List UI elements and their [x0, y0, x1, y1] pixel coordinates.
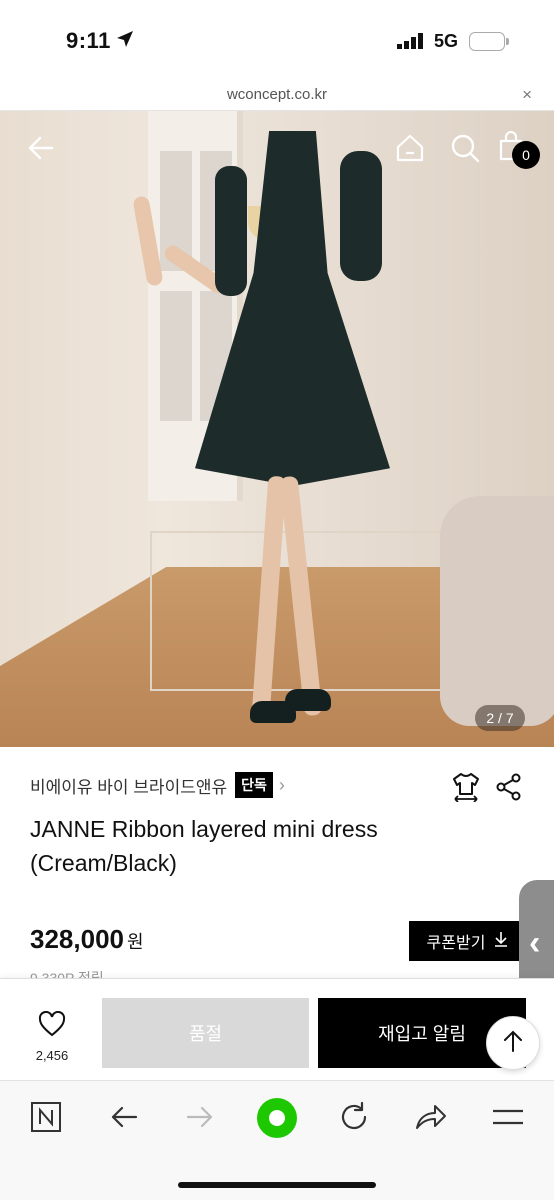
chevron-left-icon: ‹ — [529, 924, 541, 962]
url-text[interactable]: wconcept.co.kr — [0, 86, 554, 103]
armchair — [440, 496, 554, 726]
forward-icon[interactable] — [184, 1101, 216, 1138]
back-icon[interactable] — [108, 1101, 140, 1138]
status-bar: 9:11 5G — [0, 0, 554, 80]
search-icon[interactable] — [450, 133, 480, 168]
image-counter: 2 / 7 — [475, 705, 525, 731]
naver-n-icon[interactable] — [30, 1101, 62, 1138]
size-guide-shirt-icon[interactable] — [452, 772, 480, 807]
arrow-up-icon — [502, 1029, 524, 1058]
cellular-signal-icon — [397, 33, 425, 54]
door-pane — [160, 291, 192, 421]
brand-row[interactable]: 비에이유 바이 브라이드앤유 단독 › — [30, 772, 285, 798]
menu-icon[interactable] — [492, 1101, 524, 1138]
soldout-button[interactable]: 품절 — [102, 998, 309, 1068]
like-count: 2,456 — [35, 1048, 69, 1063]
points-text: 9,330P 적립 — [30, 970, 104, 978]
price-amount: 328,000 — [30, 924, 124, 954]
refresh-icon[interactable] — [338, 1101, 370, 1138]
chevron-right-icon[interactable]: › — [279, 775, 285, 796]
product-image[interactable]: 0 2 / 7 — [0, 111, 554, 747]
scroll-to-top-button[interactable] — [486, 1016, 540, 1070]
location-arrow-icon — [116, 30, 134, 53]
home-icon[interactable] — [395, 133, 425, 168]
product-title: JANNE Ribbon layered mini dress (Cream/B… — [30, 816, 378, 876]
like-button[interactable]: 2,456 — [30, 1010, 74, 1063]
exclusive-badge: 단독 — [235, 772, 273, 798]
cart-count-badge[interactable]: 0 — [512, 141, 540, 169]
naver-green-dot-icon[interactable] — [256, 1097, 298, 1144]
network-type: 5G — [434, 31, 459, 51]
dress-sleeve — [215, 166, 247, 296]
shoe — [285, 689, 331, 711]
share-icon[interactable] — [496, 773, 522, 806]
share-arrow-icon[interactable] — [414, 1101, 448, 1138]
close-icon[interactable]: × — [522, 85, 532, 105]
purchase-bar: 2,456 품절 재입고 알림 — [0, 978, 554, 1080]
dress-sleeve — [340, 151, 382, 281]
browser-url-bar: wconcept.co.kr × — [0, 80, 554, 111]
battery-icon — [469, 32, 509, 51]
home-indicator — [178, 1182, 376, 1188]
brand-name[interactable]: 비에이유 바이 브라이드앤유 — [30, 773, 227, 798]
download-icon — [493, 931, 509, 952]
heart-icon — [38, 1010, 66, 1041]
status-time: 9:11 — [66, 28, 111, 53]
back-arrow-icon[interactable] — [26, 133, 56, 168]
browser-toolbar — [0, 1080, 554, 1200]
price-currency: 원 — [126, 932, 144, 952]
coupon-button[interactable]: 쿠폰받기 — [409, 921, 527, 961]
coupon-label: 쿠폰받기 — [426, 935, 486, 952]
price: 328,000 원 — [30, 924, 144, 955]
